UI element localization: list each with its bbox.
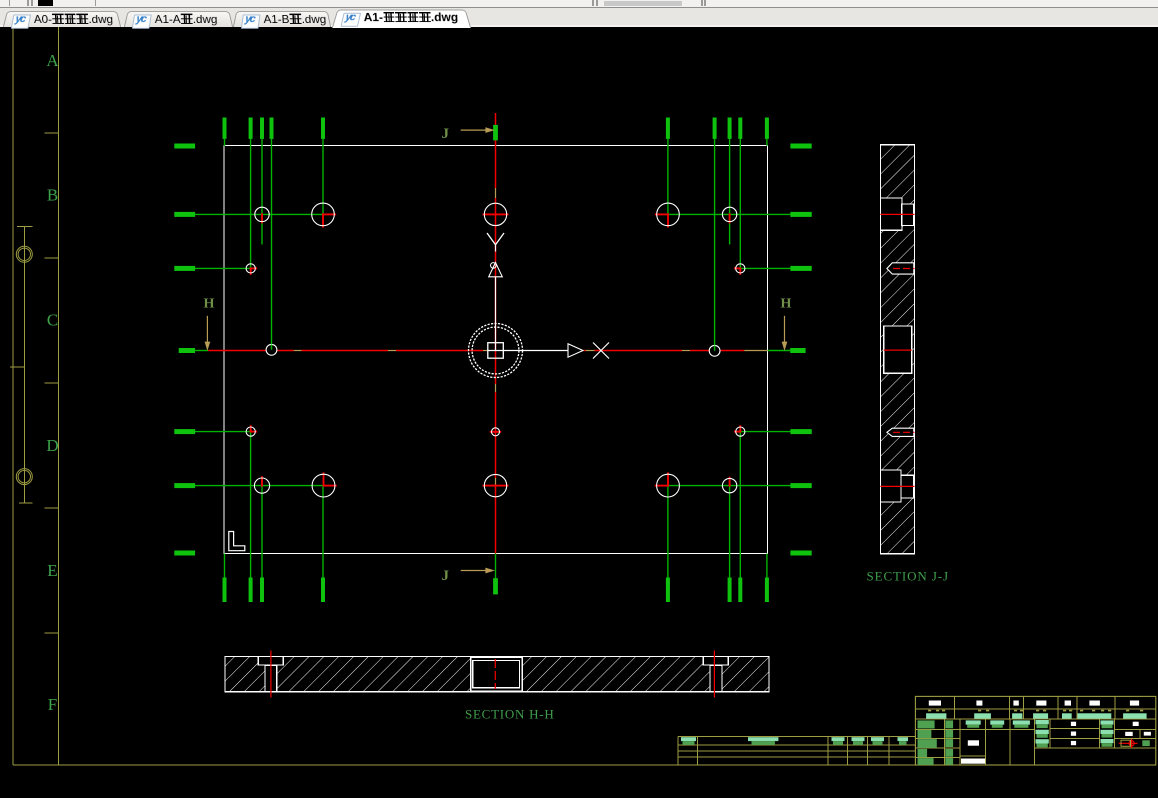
svg-text:C: C <box>47 311 58 330</box>
svg-text:F: F <box>48 695 57 714</box>
svg-text:J: J <box>442 126 450 142</box>
svg-text:H: H <box>204 297 215 312</box>
svg-text:J: J <box>442 568 450 584</box>
svg-text:D: D <box>46 436 58 455</box>
svg-text:H: H <box>781 297 792 312</box>
svg-text:SECTION H-H: SECTION H-H <box>465 707 555 722</box>
svg-text:SECTION J-J: SECTION J-J <box>867 569 950 584</box>
svg-text:B: B <box>47 186 58 205</box>
svg-text:E: E <box>47 561 57 580</box>
svg-text:A: A <box>46 51 59 70</box>
